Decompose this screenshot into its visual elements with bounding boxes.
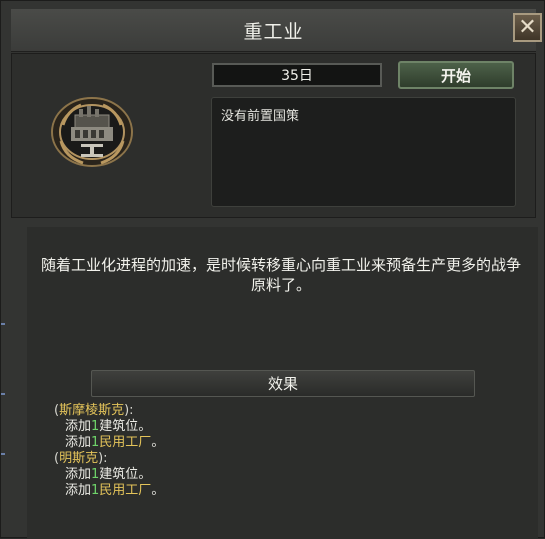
effects-header[interactable]: 效果	[91, 370, 475, 397]
focus-description: 随着工业化进程的加速，是时候转移重心向重工业来预备生产更多的战争原料了。	[41, 256, 522, 294]
start-focus-button[interactable]: 开始	[398, 61, 514, 89]
edge-marker	[1, 323, 5, 325]
window-title: 重工业	[11, 9, 536, 52]
close-button[interactable]: ✕	[513, 13, 542, 42]
prerequisite-box: 没有前置国策	[211, 97, 516, 207]
state-name[interactable]: 斯摩棱斯克	[59, 403, 124, 418]
effect-state-header: (斯摩棱斯克):	[54, 403, 134, 418]
focus-window: 重工业 ✕ 35日 开始 没有前置国策 随着工业化进程的加速，是时候转移重心向重…	[0, 0, 545, 539]
effect-line: 添加1建筑位。	[65, 467, 152, 482]
effect-line: 添加1民用工厂。	[65, 435, 165, 450]
edge-marker	[1, 393, 5, 395]
edge-marker	[1, 453, 5, 455]
prerequisite-text: 没有前置国策	[221, 109, 300, 124]
close-icon: ✕	[518, 14, 537, 40]
effect-line: 添加1民用工厂。	[65, 483, 165, 498]
state-name[interactable]: 明斯克	[59, 451, 98, 466]
effect-state-header: (明斯克):	[54, 451, 108, 466]
heavy-industry-emblem-icon	[51, 97, 133, 167]
focus-duration: 35日	[212, 63, 382, 87]
effects-list: (斯摩棱斯克): 添加1建筑位。 添加1民用工厂。 (明斯克): 添加1建筑位。…	[54, 403, 474, 499]
effect-line: 添加1建筑位。	[65, 419, 152, 434]
